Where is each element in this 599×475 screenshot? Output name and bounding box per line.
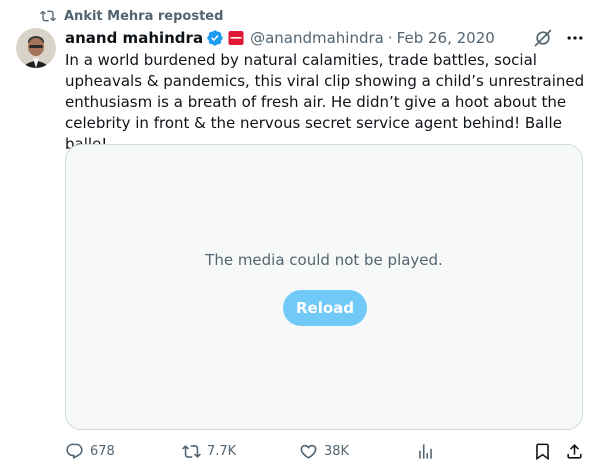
views-icon bbox=[419, 444, 432, 459]
share-icon bbox=[567, 444, 582, 459]
author-handle[interactable]: @anandmahindra bbox=[250, 29, 384, 47]
action-bar: 678 7.7K 38K bbox=[0, 442, 599, 464]
separator-dot: · bbox=[387, 29, 393, 47]
retweet-button[interactable]: 7.7K bbox=[182, 442, 236, 461]
author-name[interactable]: anand mahindra bbox=[65, 29, 203, 47]
tweet[interactable]: Ankit Mehra reposted anand mahindra @ana… bbox=[0, 0, 599, 475]
share-button[interactable] bbox=[565, 442, 584, 461]
tweet-date[interactable]: Feb 26, 2020 bbox=[397, 29, 495, 47]
tweet-text: In a world burdened by natural calamitie… bbox=[65, 51, 585, 153]
reload-button[interactable]: Reload bbox=[283, 290, 367, 326]
views-button[interactable] bbox=[416, 442, 435, 461]
reply-button[interactable]: 678 bbox=[65, 442, 115, 461]
more-icon[interactable] bbox=[565, 28, 585, 48]
tweet-header: anand mahindra @anandmahindra · Feb 26, … bbox=[65, 28, 495, 48]
reply-count: 678 bbox=[90, 444, 115, 459]
verified-badge-icon[interactable] bbox=[206, 29, 224, 47]
reply-icon bbox=[66, 443, 83, 460]
media-container[interactable]: The media could not be played. Reload bbox=[65, 144, 583, 430]
like-button[interactable]: 38K bbox=[299, 442, 349, 461]
like-count: 38K bbox=[324, 444, 350, 459]
affiliate-badge-icon[interactable] bbox=[228, 30, 244, 46]
media-error-message: The media could not be played. bbox=[205, 251, 443, 269]
bookmark-icon bbox=[536, 443, 549, 461]
avatar[interactable] bbox=[16, 28, 56, 68]
repost-text[interactable]: Ankit Mehra reposted bbox=[64, 9, 223, 24]
retweet-count: 7.7K bbox=[207, 444, 237, 459]
bookmark-button[interactable] bbox=[533, 442, 552, 461]
retweet-icon bbox=[182, 445, 201, 458]
header-actions bbox=[533, 28, 585, 48]
repost-indicator: Ankit Mehra reposted bbox=[40, 6, 223, 26]
heart-icon bbox=[300, 444, 317, 459]
grok-icon[interactable] bbox=[533, 28, 553, 48]
repost-icon bbox=[40, 8, 56, 24]
